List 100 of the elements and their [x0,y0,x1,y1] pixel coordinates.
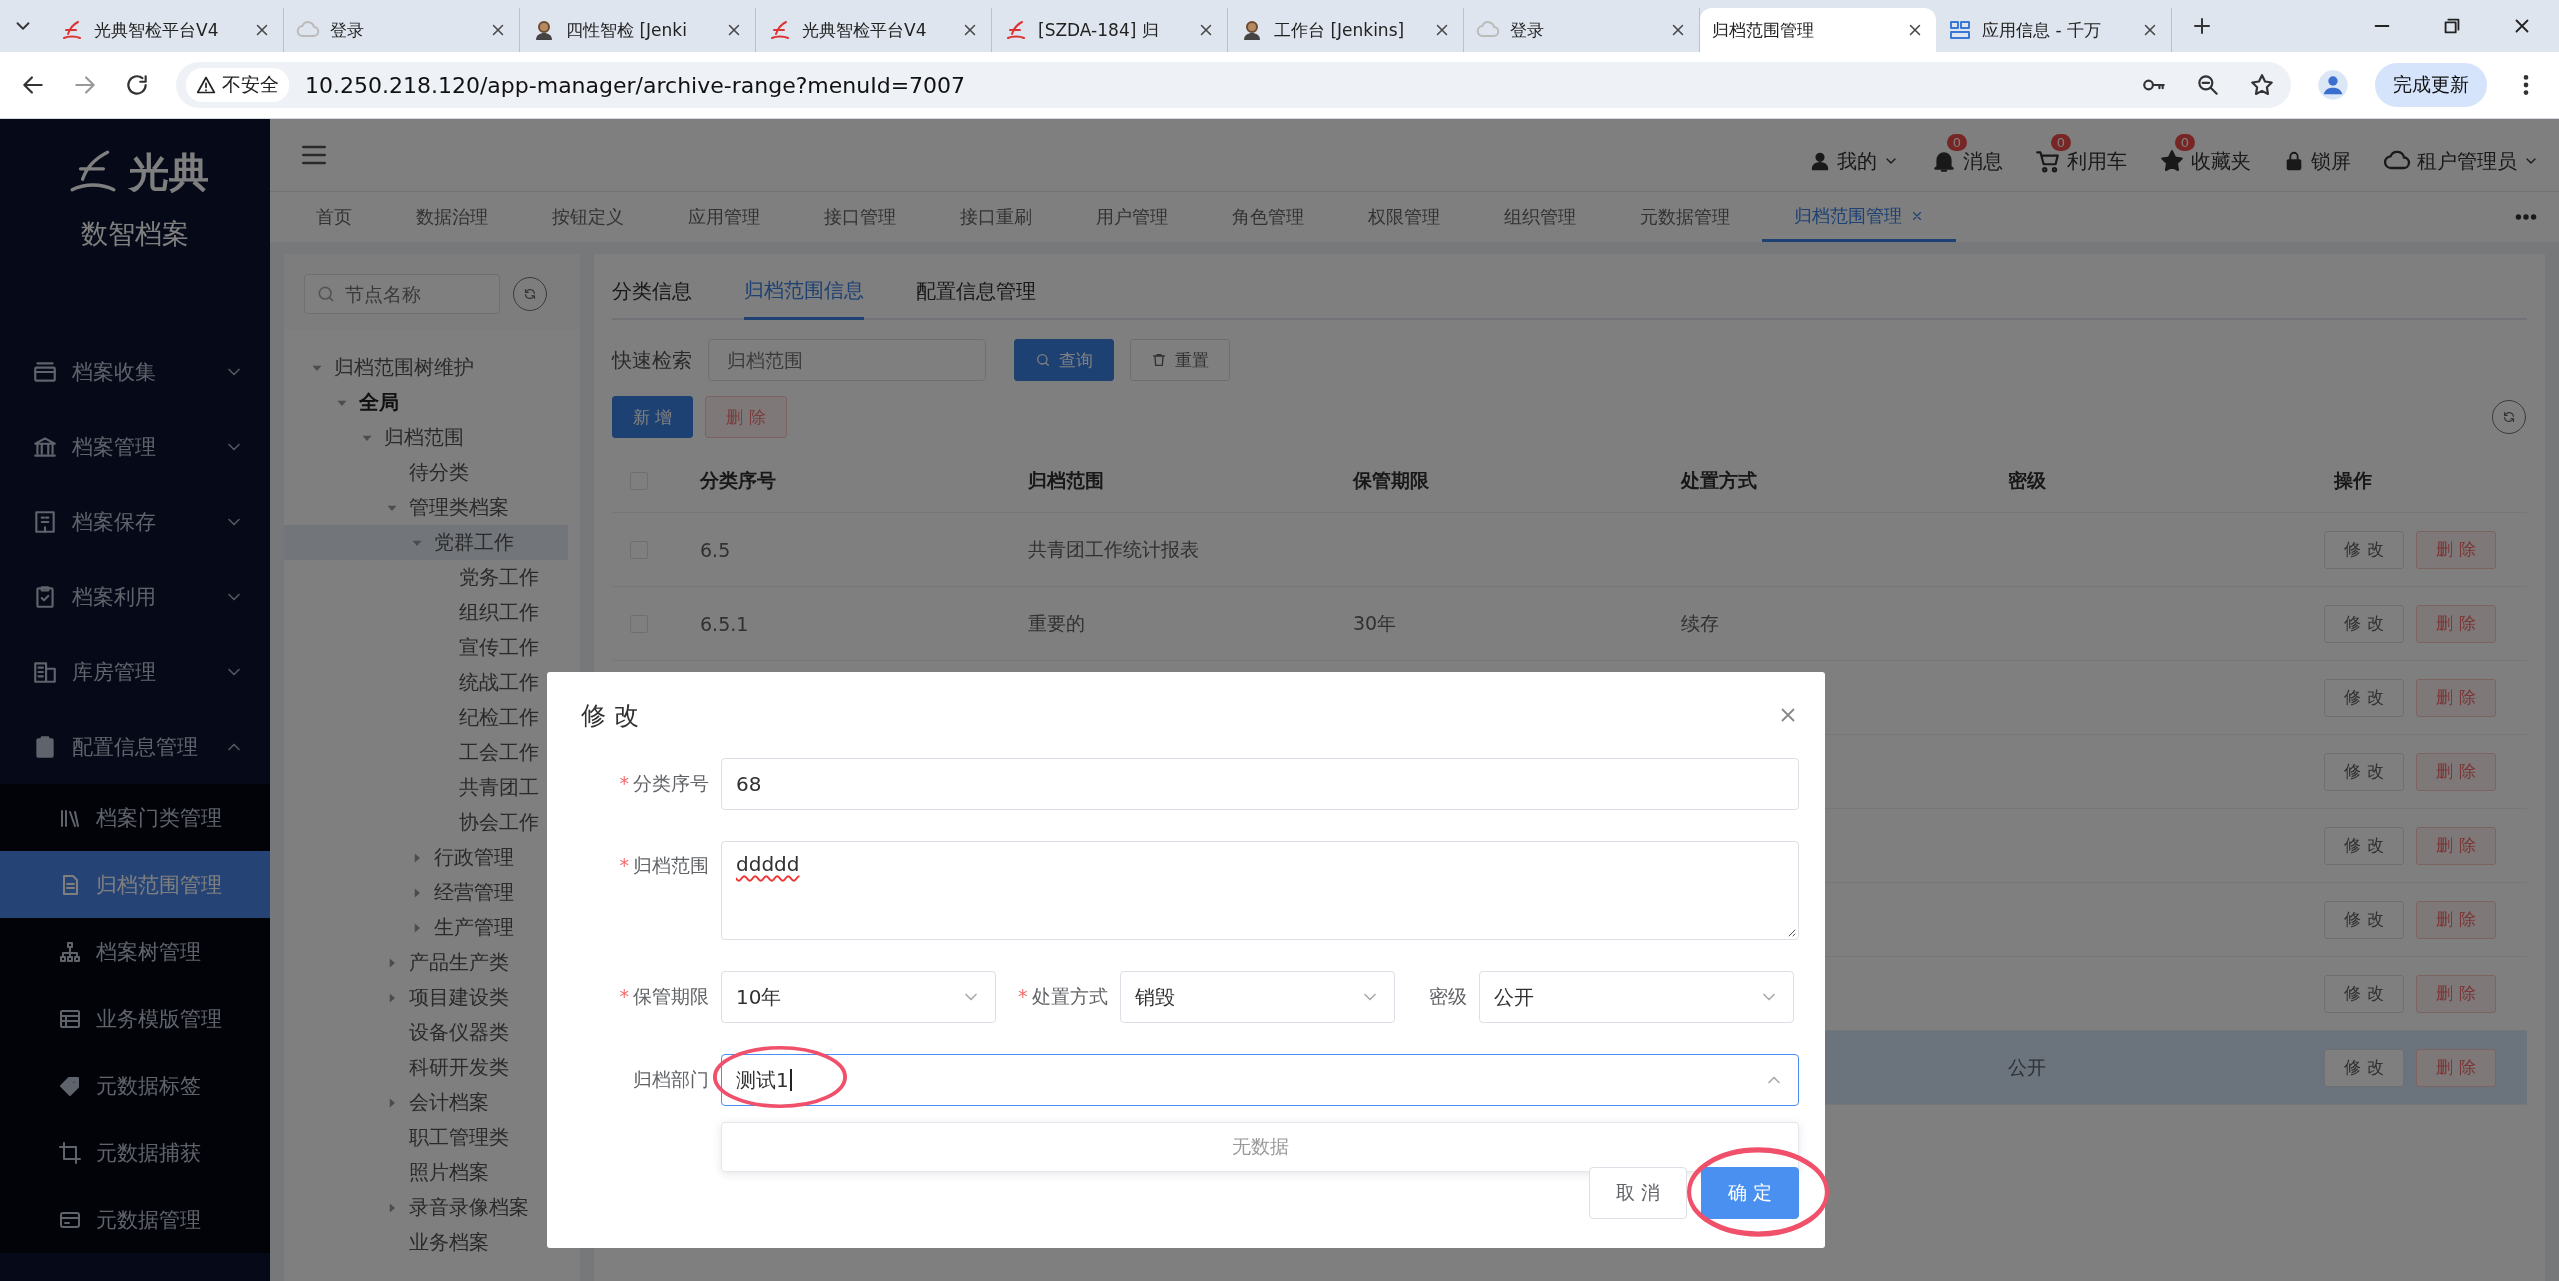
update-button[interactable]: 完成更新 [2375,63,2487,107]
delete-button[interactable]: 删 除 [705,396,787,438]
content-tab[interactable]: 归档范围信息 [744,264,864,320]
edit-button[interactable]: 修 改 [2324,752,2404,791]
delete-button[interactable]: 删 除 [2416,826,2496,865]
count-badge: 0 [2174,134,2195,151]
tenant-menu[interactable]: 租户管理员 [2383,131,2539,179]
content-tab[interactable]: 分类信息 [612,264,692,318]
tree-node[interactable]: 录音录像档案 [284,1190,580,1225]
nav-tab[interactable]: 数据治理 [384,192,520,242]
header-action[interactable]: 0 利用车 [2035,131,2127,179]
nav-tab[interactable]: 首页 [284,192,384,242]
tree-node[interactable]: 产品生产类 [284,945,580,980]
add-button[interactable]: 新 增 [612,396,694,438]
zoom-icon[interactable] [2195,72,2221,98]
edit-button[interactable]: 修 改 [2324,678,2404,717]
content-tab[interactable]: 配置信息管理 [916,264,1036,318]
delete-button[interactable]: 删 除 [2416,604,2496,643]
sidebar-item[interactable]: 元数据管理 [0,1186,270,1253]
tree-node[interactable]: 待分类 [284,455,580,490]
star-icon[interactable] [2249,72,2275,98]
tree-node[interactable]: 归档范围 [284,420,580,455]
tree-node[interactable]: 归档范围树维护 [284,350,580,385]
select-field[interactable]: 测试1 [721,1054,1799,1106]
nav-tab[interactable]: 归档范围管理 [1762,192,1956,242]
nav-tab[interactable]: 按钮定义 [520,192,656,242]
edit-button[interactable]: 修 改 [2324,604,2404,643]
select-field[interactable]: 销毁 [1119,971,1395,1023]
search-field[interactable]: 节点名称 [304,274,500,314]
table-cell-text: 重要的 [1027,610,1086,636]
sidebar-item[interactable]: 库房管理 [0,634,270,709]
tree-node[interactable]: 管理类档案 [284,490,580,525]
dialog-title: 修 改 [581,699,639,732]
select-field[interactable]: 公开 [1478,971,1794,1023]
tree-node[interactable]: 宣传工作 [284,630,580,665]
reset-button[interactable]: 重置 [1130,339,1230,381]
tab-title: 四性智检 [Jenki [566,18,688,42]
profile-icon[interactable] [2317,69,2349,101]
cancel-button[interactable]: 取 消 [1589,1167,1687,1219]
edit-button[interactable]: 修 改 [2324,530,2404,569]
delete-button[interactable]: 删 除 [2416,1048,2496,1087]
delete-button[interactable]: 删 除 [2416,530,2496,569]
browser-tab[interactable]: 归档范围管理 [1700,8,1936,52]
refresh-icon[interactable] [2491,399,2527,435]
delete-button[interactable]: 删 除 [2416,678,2496,717]
delete-button[interactable]: 删 除 [2416,752,2496,791]
address-field[interactable]: 不安全 10.250.218.120/app-manager/archive-range?menuId=7007 [176,62,2291,108]
security-chip[interactable]: 不安全 [186,68,289,102]
nav-tab[interactable]: 应用管理 [656,192,792,242]
nav-tab[interactable]: 接口管理 [792,192,928,242]
sidebar-item[interactable]: 元数据标签 [0,1052,270,1119]
sidebar-item[interactable]: 档案管理 [0,409,270,484]
user-menu[interactable]: 我的 [1809,131,1899,179]
nav-tab[interactable]: 接口重刷 [928,192,1064,242]
input-field[interactable]: 68 [721,758,1799,810]
header-action[interactable]: 0 收藏夹 [2159,131,2251,179]
delete-button[interactable]: 删 除 [2416,900,2496,939]
tree-node[interactable]: 党务工作 [284,560,580,595]
sidebar-item[interactable]: 元数据捕获 [0,1119,270,1186]
nav-tab[interactable]: 元数据管理 [1608,192,1762,242]
header-action[interactable]: 0 消息 [1931,131,2003,179]
edit-button[interactable]: 修 改 [2324,826,2404,865]
edit-button[interactable]: 修 改 [2324,974,2404,1013]
tree-node[interactable]: 经营管理 [284,875,580,910]
sidebar-item[interactable]: 档案门类管理 [0,784,270,851]
sidebar-item[interactable]: 业务模版管理 [0,985,270,1052]
text-area[interactable]: ddddd [721,841,1799,940]
refresh-icon[interactable] [512,276,548,312]
nav-tab[interactable]: 组织管理 [1472,192,1608,242]
tree-node[interactable]: 组织工作 [284,595,580,630]
tree-node[interactable]: 行政管理 [284,840,580,875]
tree-node[interactable]: 会计档案 [284,1085,580,1120]
select-field[interactable]: 10年 [721,971,996,1023]
nav-tab[interactable]: 权限管理 [1336,192,1472,242]
sidebar-item[interactable]: 配置信息管理 [0,709,270,784]
cart-icon [2035,148,2061,174]
lock-button[interactable]: 锁屏 [2283,131,2351,179]
user-icon [1809,150,1831,172]
menu-item-icon [58,1140,82,1165]
nav-tab[interactable]: 角色管理 [1200,192,1336,242]
nav-tab[interactable]: 用户管理 [1064,192,1200,242]
query-button[interactable]: 查询 [1014,339,1114,381]
edit-button[interactable]: 修 改 [2324,1048,2404,1087]
confirm-button[interactable]: 确 定 [1701,1167,1799,1219]
tree-node[interactable]: 党群工作 [284,525,568,560]
sidebar-item[interactable]: 归档范围管理 [0,851,270,918]
tree-node[interactable]: 项目建设类 [284,980,580,1015]
field-label: 处置方式 [1031,985,1108,1007]
sidebar-item[interactable]: 档案树管理 [0,918,270,985]
search-field[interactable]: 归档范围 [708,339,986,381]
count-badge: 0 [2050,134,2071,151]
reload-icon[interactable] [124,72,150,98]
delete-button[interactable]: 删 除 [2416,974,2496,1013]
sidebar-item[interactable]: 档案保存 [0,484,270,559]
tree-node[interactable]: 生产管理 [284,910,580,945]
tree-node[interactable]: 全局 [284,385,580,420]
edit-button[interactable]: 修 改 [2324,900,2404,939]
sidebar-item[interactable]: 档案收集 [0,334,270,409]
sidebar-item[interactable]: 档案利用 [0,559,270,634]
table-cell-text: 6.5 [699,538,732,561]
